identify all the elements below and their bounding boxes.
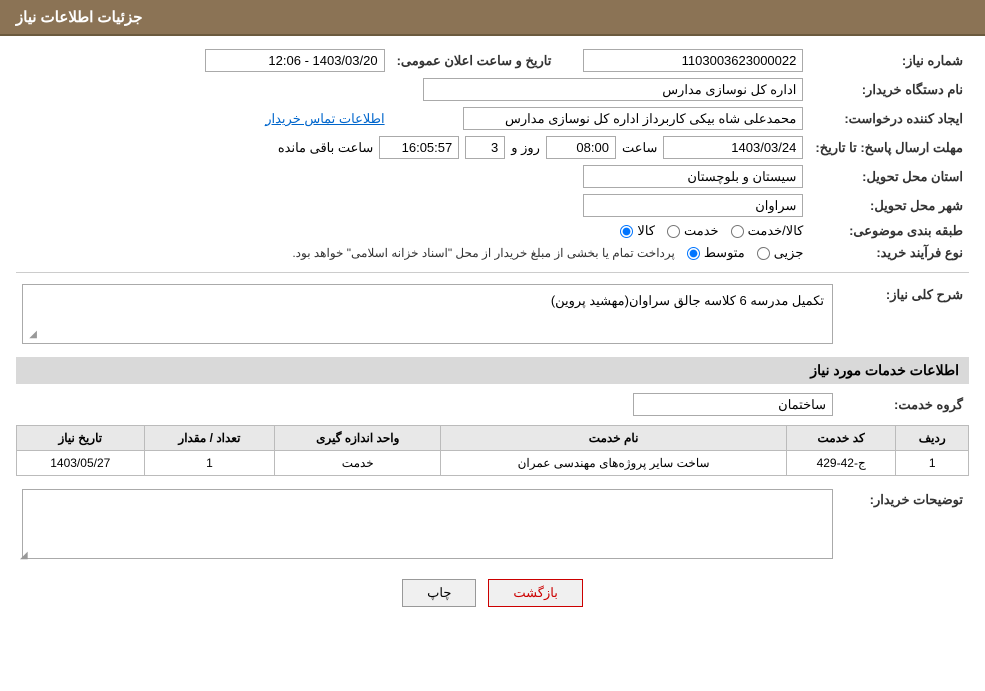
col-quantity: تعداد / مقدار (144, 426, 275, 451)
city-input (583, 194, 803, 217)
reply-remaining-input (379, 136, 459, 159)
description-box: تکمیل مدرسه 6 کلاسه جالق سراوان(مهشید پر… (22, 284, 833, 344)
back-button[interactable]: بازگشت (488, 579, 582, 607)
reply-time-input (546, 136, 616, 159)
content-area: شماره نیاز: تاریخ و ساعت اعلان عمومی: نا… (0, 36, 985, 627)
category-kala-khedmat-label: کالا/خدمت (748, 223, 804, 239)
need-number-label: شماره نیاز: (809, 46, 969, 75)
page-header: جزئیات اطلاعات نیاز (0, 0, 985, 36)
resize-handle: ◢ (25, 329, 37, 341)
buyer-notes-label: توضیحات خریدار: (839, 486, 969, 565)
col-service-name: نام خدمت (441, 426, 787, 451)
province-input (583, 165, 803, 188)
print-button[interactable]: چاپ (402, 579, 476, 607)
category-kala-label: کالا (637, 223, 655, 239)
reply-days-input (465, 136, 505, 159)
category-kala-option[interactable]: کالا (620, 223, 655, 239)
purchase-type-label: نوع فرآیند خرید: (809, 242, 969, 264)
purchase-mottaset-label: متوسط (704, 245, 745, 261)
city-label: شهر محل تحویل: (809, 191, 969, 220)
services-table: ردیف کد خدمت نام خدمت واحد اندازه گیری ت… (16, 425, 969, 476)
requester-label: ایجاد کننده درخواست: (809, 104, 969, 133)
reply-hours-label: ساعت باقی مانده (278, 140, 373, 156)
category-label: طبقه بندی موضوعی: (809, 220, 969, 242)
purchase-note: پرداخت تمام یا بخشی از مبلغ خریدار از مح… (292, 246, 675, 260)
reply-days-label: روز و (511, 140, 540, 156)
service-group-input (633, 393, 833, 416)
category-khedmat-label: خدمت (684, 223, 719, 239)
category-kala-khedmat-option[interactable]: کالا/خدمت (731, 223, 804, 239)
description-text: تکمیل مدرسه 6 کلاسه جالق سراوان(مهشید پر… (551, 293, 824, 308)
notes-resize-handle: ◢ (20, 550, 28, 561)
category-khedmat-radio[interactable] (667, 225, 680, 238)
basic-info-table: شماره نیاز: تاریخ و ساعت اعلان عمومی: نا… (16, 46, 969, 264)
col-row-num: ردیف (896, 426, 969, 451)
province-label: استان محل تحویل: (809, 162, 969, 191)
page-title: جزئیات اطلاعات نیاز (16, 9, 143, 26)
need-number-input (583, 49, 803, 72)
purchase-mottaset-radio[interactable] (687, 247, 700, 260)
purchase-jozii-label: جزیی (774, 245, 804, 261)
org-name-input (423, 78, 803, 101)
announce-date-label: تاریخ و ساعت اعلان عمومی: (391, 46, 558, 75)
table-cell-date: 1403/05/27 (17, 451, 145, 476)
category-khedmat-option[interactable]: خدمت (667, 223, 719, 239)
action-buttons-row: بازگشت چاپ (16, 579, 969, 607)
category-kala-khedmat-radio[interactable] (731, 225, 744, 238)
table-cell-unit: خدمت (275, 451, 441, 476)
table-cell-quantity: 1 (144, 451, 275, 476)
requester-input (463, 107, 803, 130)
table-cell-service_name: ساخت سایر پروژه‌های مهندسی عمران (441, 451, 787, 476)
table-row: 1ج-42-429ساخت سایر پروژه‌های مهندسی عمرا… (17, 451, 969, 476)
buyer-notes-table: توضیحات خریدار: ◢ (16, 486, 969, 565)
table-cell-row_num: 1 (896, 451, 969, 476)
purchase-mottaset-option[interactable]: متوسط (687, 245, 745, 261)
description-table: شرح کلی نیاز: تکمیل مدرسه 6 کلاسه جالق س… (16, 281, 969, 347)
buyer-notes-textarea (22, 489, 833, 559)
category-kala-radio[interactable] (620, 225, 633, 238)
contact-link[interactable]: اطلاعات تماس خریدار (265, 111, 384, 126)
col-unit: واحد اندازه گیری (275, 426, 441, 451)
org-name-label: نام دستگاه خریدار: (809, 75, 969, 104)
service-group-label: گروه خدمت: (839, 390, 969, 419)
services-section-header: اطلاعات خدمات مورد نیاز (16, 357, 969, 384)
announce-date-input (205, 49, 385, 72)
table-cell-service_code: ج-42-429 (786, 451, 895, 476)
purchase-jozii-option[interactable]: جزیی (757, 245, 804, 261)
service-group-table: گروه خدمت: (16, 390, 969, 419)
col-service-code: کد خدمت (786, 426, 895, 451)
col-date: تاریخ نیاز (17, 426, 145, 451)
description-label: شرح کلی نیاز: (839, 281, 969, 347)
page-wrapper: جزئیات اطلاعات نیاز شماره نیاز: تاریخ و … (0, 0, 985, 691)
purchase-jozii-radio[interactable] (757, 247, 770, 260)
reply-time-label: ساعت (622, 140, 657, 156)
reply-date-input (663, 136, 803, 159)
reply-deadline-label: مهلت ارسال پاسخ: تا تاریخ: (809, 133, 969, 162)
